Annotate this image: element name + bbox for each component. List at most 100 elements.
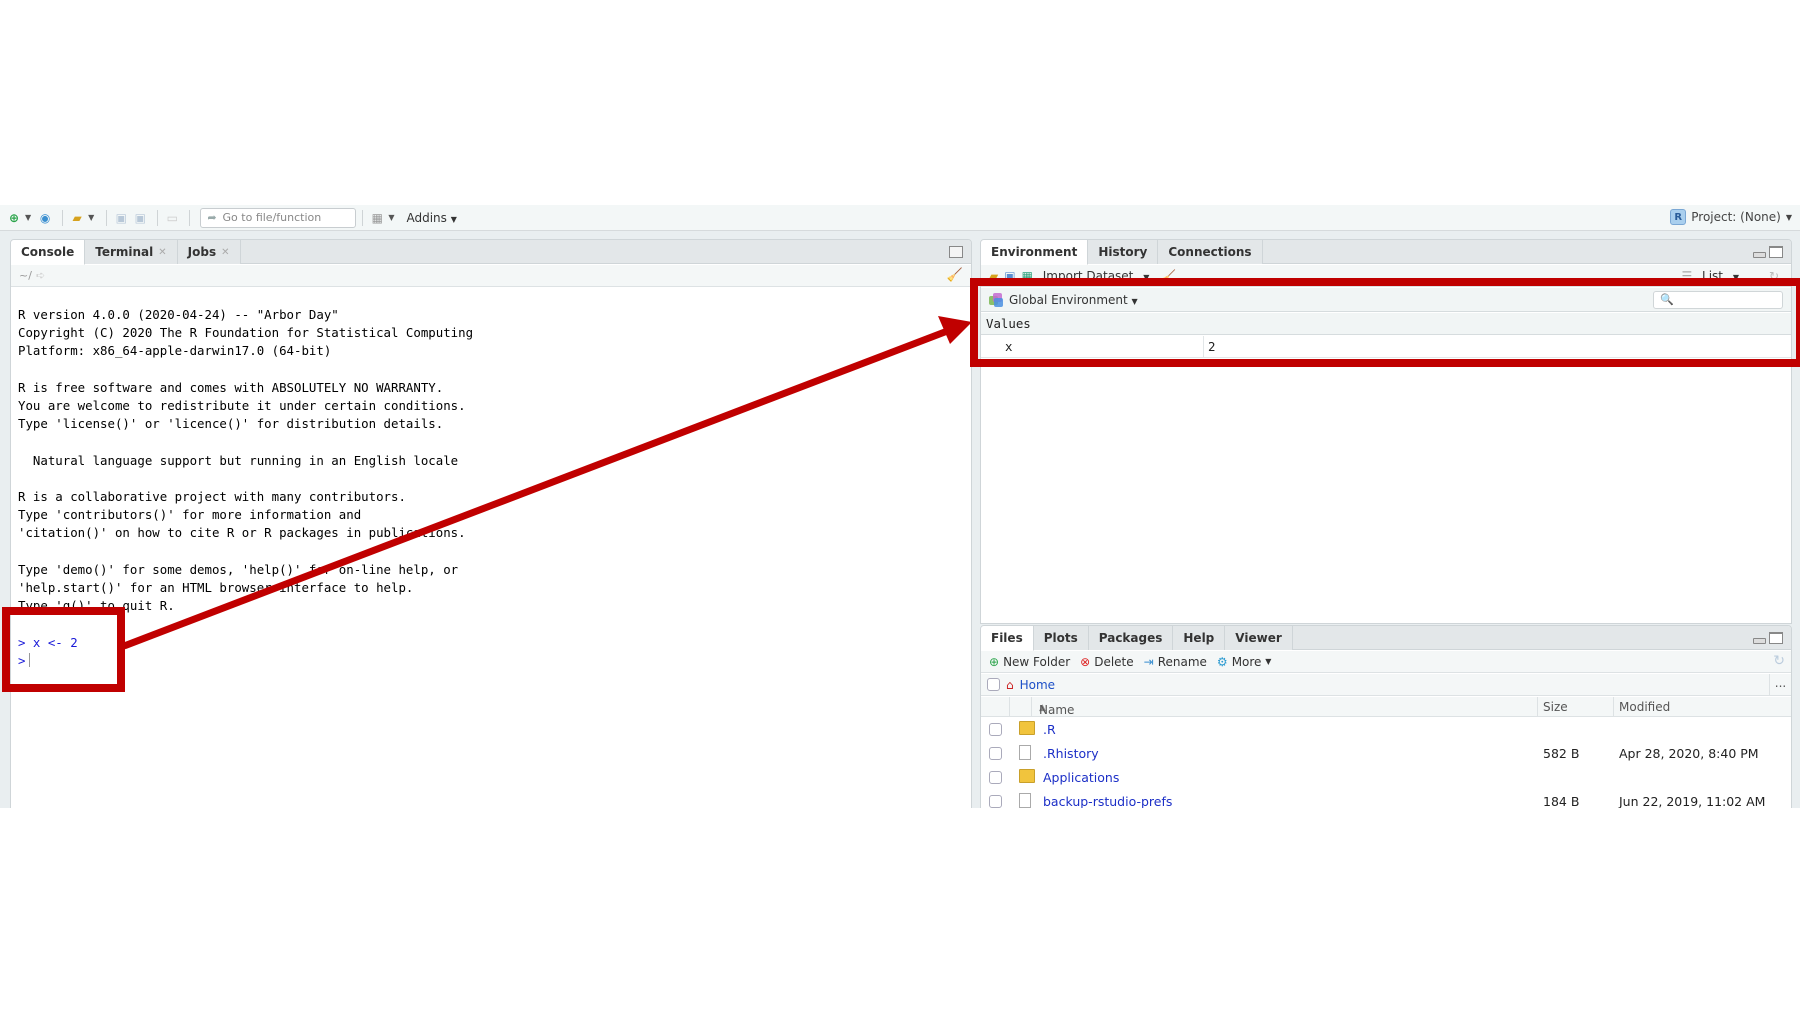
clear-console-broom-icon[interactable]: 🧹 bbox=[947, 268, 963, 283]
new-folder-button[interactable]: ⊕ New Folder bbox=[989, 655, 1070, 669]
file-checkbox[interactable] bbox=[989, 795, 1002, 808]
console-path-bar: ~/ ➪ 🧹 bbox=[11, 265, 971, 287]
console-output-line: You are welcome to redistribute it under… bbox=[18, 398, 466, 414]
tab-environment[interactable]: Environment bbox=[981, 240, 1089, 265]
open-file-icon[interactable]: ▰ bbox=[69, 210, 85, 226]
new-folder-label: New Folder bbox=[1003, 654, 1071, 669]
go-to-directory-button[interactable]: ... bbox=[1769, 674, 1791, 695]
addins-menu[interactable]: Addins ▼ bbox=[406, 211, 456, 225]
tab-packages[interactable]: Packages bbox=[1088, 626, 1174, 650]
tab-connections[interactable]: Connections bbox=[1158, 240, 1263, 264]
tab-history[interactable]: History bbox=[1088, 240, 1159, 264]
tab-label: Connections bbox=[1168, 245, 1252, 259]
files-tabbar: Files Plots Packages Help Viewer bbox=[981, 626, 1791, 651]
rename-button[interactable]: ⇥ Rename bbox=[1144, 655, 1207, 669]
tab-label: Help bbox=[1183, 631, 1215, 645]
print-icon[interactable]: ▭ bbox=[164, 210, 180, 226]
close-icon[interactable]: ✕ bbox=[158, 247, 166, 258]
console-output-line: 'citation()' on how to cite R or R packa… bbox=[18, 525, 466, 541]
file-name-link[interactable]: backup-rstudio-prefs bbox=[1043, 794, 1172, 808]
more-button[interactable]: ⚙ More ▼ bbox=[1217, 655, 1272, 669]
file-row[interactable]: backup-rstudio-prefs 184 B Jun 22, 2019, 1… bbox=[981, 790, 1791, 808]
console-output-line: Copyright (C) 2020 The R Foundation for … bbox=[18, 325, 474, 341]
maximize-pane-icon[interactable] bbox=[1769, 632, 1783, 644]
column-modified-header[interactable]: Modified bbox=[1619, 700, 1670, 714]
list-icon: ☰ bbox=[1681, 268, 1693, 283]
variable-row[interactable]: x 2 bbox=[981, 336, 1791, 358]
environment-scope-select[interactable]: Global Environment ▼ bbox=[1009, 293, 1138, 307]
pane-layout-icon[interactable]: ▦ bbox=[369, 210, 385, 226]
refresh-icon[interactable]: ↻ bbox=[1769, 269, 1779, 283]
prompt-symbol: > bbox=[18, 652, 26, 668]
breadcrumb-home[interactable]: Home bbox=[1020, 678, 1055, 692]
new-file-caret-icon[interactable]: ▼ bbox=[25, 213, 31, 222]
restore-pane-icon[interactable] bbox=[949, 246, 963, 258]
console-output-line: Type 'contributors()' for more informati… bbox=[18, 507, 362, 523]
file-name-link[interactable]: .R bbox=[1043, 722, 1056, 737]
open-file-caret-icon[interactable]: ▼ bbox=[88, 213, 94, 222]
minimize-pane-icon[interactable] bbox=[1753, 638, 1766, 644]
tab-files[interactable]: Files bbox=[981, 626, 1034, 651]
tab-jobs[interactable]: Jobs ✕ bbox=[177, 240, 241, 264]
tab-help[interactable]: Help bbox=[1173, 626, 1226, 650]
file-row[interactable]: Applications bbox=[981, 766, 1791, 790]
console-output-line: R version 4.0.0 (2020-04-24) -- "Arbor D… bbox=[18, 307, 339, 322]
console-prompt[interactable]: > bbox=[18, 652, 964, 670]
console-output-line: Platform: x86_64-apple-darwin17.0 (64-bi… bbox=[18, 343, 332, 359]
pane-layout-caret-icon[interactable]: ▼ bbox=[388, 213, 394, 222]
tab-console[interactable]: Console bbox=[11, 240, 86, 265]
scope-label: Global Environment bbox=[1009, 292, 1128, 307]
tab-label: Console bbox=[21, 245, 75, 259]
delete-button[interactable]: ⊗ Delete bbox=[1080, 655, 1134, 669]
environment-pane: Environment History Connections ▰ ▣ ▦ Im… bbox=[980, 239, 1792, 624]
tab-terminal[interactable]: Terminal ✕ bbox=[85, 240, 178, 264]
toolbar-divider bbox=[62, 209, 64, 226]
folder-icon bbox=[1019, 721, 1035, 735]
refresh-icon[interactable]: ↻ bbox=[1773, 653, 1785, 669]
environment-search-input[interactable]: 🔍 bbox=[1653, 291, 1783, 309]
select-all-checkbox[interactable] bbox=[987, 678, 1000, 691]
new-project-icon[interactable]: ◉ bbox=[37, 210, 53, 226]
file-row[interactable]: .R bbox=[981, 718, 1791, 742]
view-mode-menu[interactable]: ☰ List ▼ bbox=[1681, 269, 1745, 283]
import-dataset-label: Import Dataset bbox=[1042, 268, 1134, 283]
console-output-line: 'help.start()' for an HTML browser inter… bbox=[18, 580, 414, 596]
delete-label: Delete bbox=[1094, 654, 1134, 669]
save-icon[interactable]: ▣ bbox=[113, 210, 129, 226]
project-menu[interactable]: R Project: (None) ▼ bbox=[1670, 209, 1792, 225]
console-output-line: Type 'license()' or 'licence()' for dist… bbox=[18, 416, 444, 432]
values-section-header: Values bbox=[981, 313, 1791, 335]
env-toolbar: ▰ ▣ ▦ Import Dataset ▼ 🧹 ☰ List ▼ ↻ bbox=[981, 265, 1791, 287]
close-icon[interactable]: ✕ bbox=[221, 247, 229, 258]
maximize-pane-icon[interactable] bbox=[1769, 246, 1783, 258]
goto-file-input[interactable]: ➦ Go to file/function bbox=[200, 207, 357, 228]
file-name-link[interactable]: .Rhistory bbox=[1043, 746, 1099, 761]
file-checkbox[interactable] bbox=[989, 747, 1002, 760]
tab-label: Viewer bbox=[1235, 631, 1282, 645]
minimize-pane-icon[interactable] bbox=[1753, 252, 1766, 258]
import-dataset-button[interactable]: ▦ Import Dataset ▼ bbox=[1022, 269, 1156, 283]
tab-plots[interactable]: Plots bbox=[1033, 626, 1089, 650]
file-checkbox[interactable] bbox=[989, 771, 1002, 784]
file-checkbox[interactable] bbox=[989, 723, 1002, 736]
save-workspace-icon[interactable]: ▣ bbox=[1004, 269, 1015, 283]
file-name-link[interactable]: Applications bbox=[1043, 770, 1119, 785]
addins-caret-icon: ▼ bbox=[450, 214, 457, 224]
file-row[interactable]: .Rhistory 582 B Apr 28, 2020, 8:40 PM bbox=[981, 742, 1791, 766]
working-directory[interactable]: ~/ bbox=[19, 269, 32, 282]
toolbar-divider bbox=[189, 209, 191, 226]
clear-workspace-broom-icon[interactable]: 🧹 bbox=[1161, 269, 1176, 283]
file-icon bbox=[1019, 793, 1031, 808]
column-size-header[interactable]: Size bbox=[1543, 700, 1568, 714]
tab-viewer[interactable]: Viewer bbox=[1225, 626, 1293, 650]
toolbar-divider bbox=[106, 209, 108, 226]
console-output[interactable]: R version 4.0.0 (2020-04-24) -- "Arbor D… bbox=[11, 288, 971, 808]
new-file-icon[interactable]: ⊕ bbox=[6, 210, 22, 226]
load-workspace-icon[interactable]: ▰ bbox=[989, 269, 998, 283]
home-icon[interactable]: ⌂ bbox=[1006, 678, 1014, 692]
go-to-directory-icon[interactable]: ➪ bbox=[36, 269, 45, 282]
save-all-icon[interactable]: ▣ bbox=[132, 210, 148, 226]
